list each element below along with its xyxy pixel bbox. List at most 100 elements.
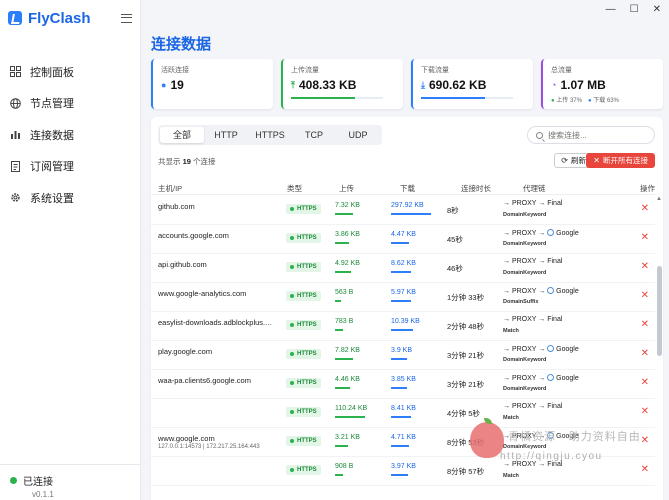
type-badge: HTTPS	[286, 349, 321, 359]
filter-tabs: 全部 HTTP HTTPS TCP UDP	[158, 125, 382, 145]
upload-value: 110.24 KB	[335, 405, 368, 412]
total-connections: 共显示 19 个连接	[158, 157, 216, 166]
proxy-chain: → PROXY → Final	[503, 200, 563, 207]
upload-arrow-icon: ⤒	[291, 79, 295, 90]
stat-value: 690.62 KB	[428, 78, 487, 92]
host-name: api.github.com	[158, 260, 207, 269]
brand: FlyClash	[0, 0, 140, 36]
upload-value: 3.21 KB	[335, 434, 360, 441]
proxy-chain: → PROXY → Final	[503, 258, 563, 265]
app-name: FlyClash	[28, 9, 91, 27]
close-connection-button[interactable]: ✕	[641, 232, 649, 243]
table-scrollbar[interactable]: ▲	[656, 196, 662, 500]
globe-icon	[547, 345, 555, 352]
type-dot-icon	[290, 236, 294, 240]
type-dot-icon	[290, 352, 294, 356]
host-name: www.google.com	[158, 434, 215, 443]
scroll-up-icon[interactable]: ▲	[656, 196, 662, 202]
proxy-chain: → PROXY → Final	[503, 403, 563, 410]
stat-download: 下载流量 ⤓ 690.62 KB	[411, 59, 533, 109]
download-value: 4.71 KB	[391, 434, 416, 441]
sidebar-item-subscriptions[interactable]: 订阅管理	[0, 151, 140, 183]
host-name: waa-pa.clients6.google.com	[158, 376, 251, 385]
close-icon[interactable]: ✕	[653, 4, 661, 15]
upload-bar	[335, 271, 351, 273]
version-label: v0.1.1	[32, 490, 54, 499]
close-connection-button[interactable]: ✕	[641, 435, 649, 446]
type-dot-icon	[290, 265, 294, 269]
search-input[interactable]	[548, 130, 648, 140]
sidebar-item-label: 订阅管理	[30, 161, 74, 174]
rule-label: DomainKeyword	[503, 241, 547, 247]
scroll-thumb[interactable]	[657, 266, 662, 356]
close-connection-button[interactable]: ✕	[641, 203, 649, 214]
close-connection-button[interactable]: ✕	[641, 377, 649, 388]
download-percent: 下载 63%	[593, 98, 619, 104]
sidebar-item-settings[interactable]: 系统设置	[0, 182, 140, 214]
download-value: 4.47 KB	[391, 231, 416, 238]
table-row: play.google.com HTTPS 7.82 KB 3.9 KB 3分钟 21秒…	[151, 341, 655, 370]
hamburger-menu-icon[interactable]	[121, 13, 132, 23]
tab-tcp[interactable]: TCP	[292, 127, 336, 143]
upload-bar	[335, 474, 343, 476]
type-badge: HTTPS	[286, 204, 321, 214]
duration-value: 3分钟 21秒	[447, 380, 485, 389]
stat-active-connections: 活跃连接 ● 19	[151, 59, 273, 109]
tab-http[interactable]: HTTP	[204, 127, 248, 143]
duration-value: 2分钟 48秒	[447, 322, 485, 331]
rule-label: DomainKeyword	[503, 386, 547, 392]
upload-bar	[335, 387, 350, 389]
upload-bar	[335, 416, 365, 418]
close-connection-button[interactable]: ✕	[641, 261, 649, 272]
stat-label: 活跃连接	[161, 67, 189, 74]
proxy-chain: → PROXY → Google	[503, 229, 579, 237]
download-value: 10.39 KB	[391, 318, 420, 325]
upload-value: 563 B	[335, 289, 354, 296]
maximize-icon[interactable]: ☐	[630, 4, 639, 15]
stat-label: 下载流量	[421, 67, 449, 74]
sidebar-item-label: 控制面板	[30, 66, 74, 79]
upload-bar	[335, 213, 353, 215]
upload-percent: 上传 37%	[556, 98, 582, 104]
download-progress-bar	[421, 97, 513, 99]
table-row: HTTPS 110.24 KB 8.41 KB 4分钟 5秒 → PROXY → Fin…	[151, 399, 655, 428]
globe-icon	[547, 229, 555, 236]
upload-bar	[335, 300, 341, 302]
close-connection-button[interactable]: ✕	[641, 290, 649, 301]
close-connection-button[interactable]: ✕	[641, 348, 649, 359]
rule-label: DomainSuffix	[503, 299, 539, 305]
globe-icon	[547, 432, 555, 439]
download-bar	[391, 300, 411, 302]
close-connection-button[interactable]: ✕	[641, 464, 649, 475]
gear-icon	[10, 192, 21, 203]
upload-progress-bar	[291, 97, 383, 99]
close-connection-button[interactable]: ✕	[641, 319, 649, 330]
type-dot-icon	[290, 381, 294, 385]
table-row: easylist-downloads.adblockplus.... HTTPS 7…	[151, 312, 655, 341]
minimize-icon[interactable]: —	[606, 4, 616, 15]
tab-udp[interactable]: UDP	[336, 127, 380, 143]
sidebar-item-connections[interactable]: 连接数据	[0, 119, 140, 151]
sidebar-item-dashboard[interactable]: 控制面板	[0, 56, 140, 88]
tab-all[interactable]: 全部	[160, 127, 204, 143]
table-row: HTTPS 908 B 3.97 KB 8分钟 57秒 → PROXY → Final M…	[151, 457, 655, 486]
sidebar-item-nodes[interactable]: 节点管理	[0, 88, 140, 120]
host-name: www.google-analytics.com	[158, 289, 247, 298]
sidebar-nav: 控制面板 节点管理 连接数据 订阅管理 系统设置	[0, 56, 140, 214]
active-dot-icon: ●	[161, 80, 167, 90]
proxy-chain: → PROXY → Google	[503, 432, 579, 440]
close-connection-button[interactable]: ✕	[641, 406, 649, 417]
table-row: api.github.com HTTPS 4.92 KB 8.62 KB 46秒 → PR…	[151, 254, 655, 283]
close-all-connections-button[interactable]: ✕ 断开所有连接	[586, 153, 655, 168]
proxy-chain: → PROXY → Google	[503, 374, 579, 382]
table-row: waa-pa.clients6.google.com HTTPS 4.46 KB 3.…	[151, 370, 655, 399]
type-badge: HTTPS	[286, 407, 321, 417]
tab-https[interactable]: HTTPS	[248, 127, 292, 143]
download-bar	[391, 242, 409, 244]
type-badge: HTTPS	[286, 320, 321, 330]
download-bar	[391, 271, 411, 273]
proxy-chain: → PROXY → Final	[503, 316, 563, 323]
upload-value: 3.86 KB	[335, 231, 360, 238]
rule-label: Match	[503, 415, 519, 421]
type-dot-icon	[290, 468, 294, 472]
